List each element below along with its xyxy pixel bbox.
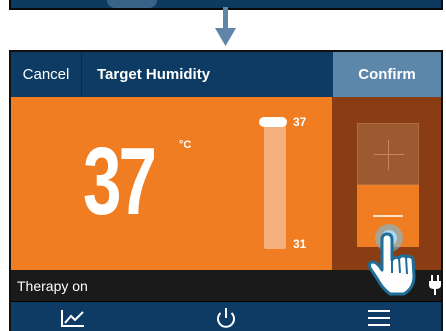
slider-min-label: 31 — [293, 237, 307, 251]
bottom-nav — [11, 301, 441, 331]
header-bar: Cancel Target Humidity Confirm — [11, 52, 441, 97]
humidity-slider-handle[interactable] — [259, 117, 287, 127]
confirm-button[interactable]: Confirm — [333, 52, 441, 97]
cancel-button[interactable]: Cancel — [11, 52, 82, 97]
transition-arrow-icon — [215, 7, 236, 46]
setpoint-panel: 37 °C 37 31 — [11, 97, 332, 270]
status-text: Therapy on — [17, 277, 88, 294]
humidity-slider-track[interactable] — [264, 121, 286, 249]
setpoint-unit: °C — [179, 139, 192, 151]
power-icon[interactable] — [206, 304, 246, 331]
slider-max-label: 37 — [293, 115, 307, 129]
power-plug-icon — [429, 275, 441, 295]
page-title: Target Humidity — [97, 66, 211, 83]
chart-icon[interactable] — [53, 304, 93, 331]
increase-button[interactable] — [357, 123, 419, 185]
menu-icon[interactable] — [359, 304, 399, 331]
tap-hand-icon — [367, 224, 416, 296]
setpoint-value: 37 — [83, 128, 157, 235]
